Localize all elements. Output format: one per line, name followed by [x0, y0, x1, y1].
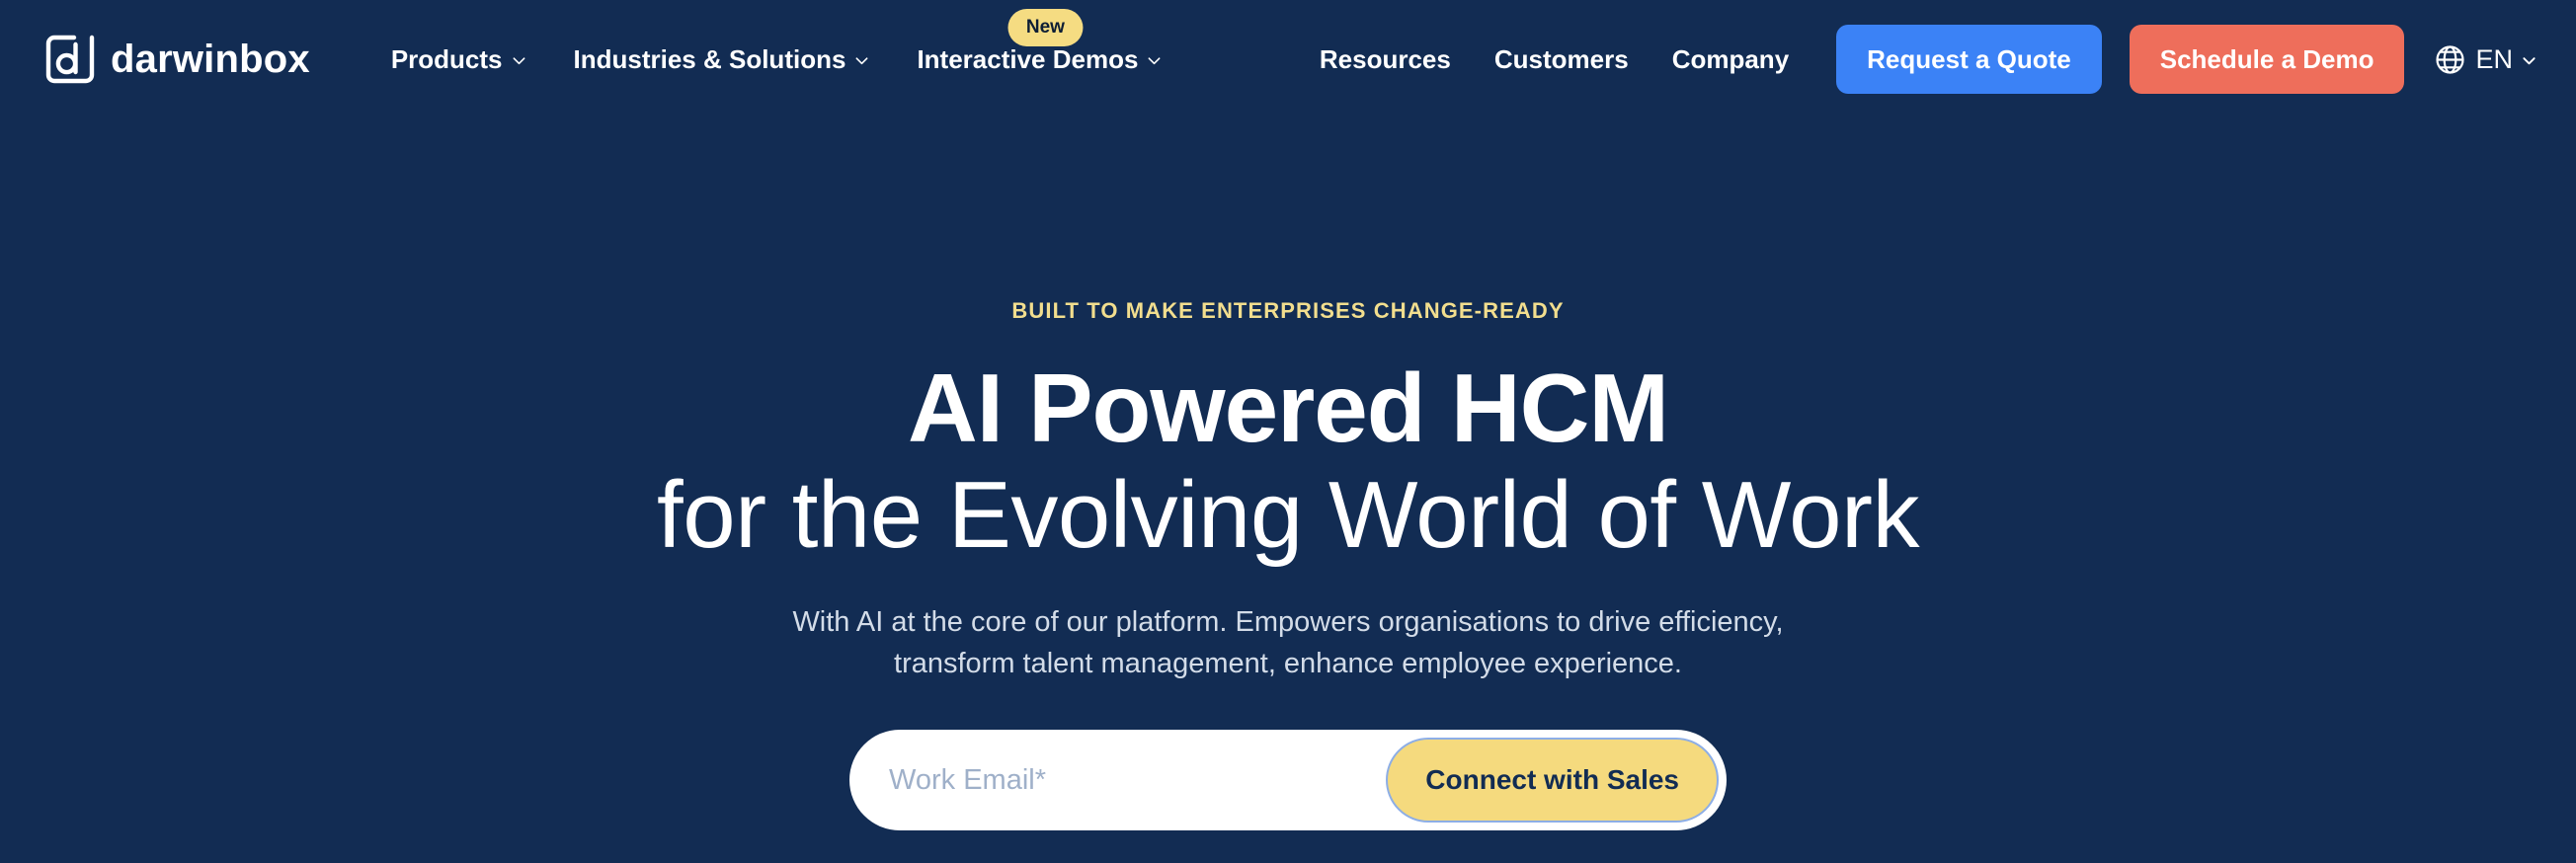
page-root: darwinbox Products Industries & Solution…: [0, 0, 2576, 863]
new-badge: New: [1007, 9, 1083, 46]
chevron-down-icon: [854, 53, 869, 68]
nav-link-resources[interactable]: Resources: [1298, 37, 1473, 82]
hero-eyebrow: BUILT TO MAKE ENTERPRISES CHANGE-READY: [1011, 298, 1565, 323]
chevron-down-icon: [1147, 53, 1162, 68]
site-header: darwinbox Products Industries & Solution…: [0, 0, 2576, 118]
hero-section: BUILT TO MAKE ENTERPRISES CHANGE-READY A…: [0, 118, 2576, 831]
hero-title-line-2: for the Evolving World of Work: [657, 461, 1919, 568]
darwinbox-bracket-d-logo-icon: [43, 33, 97, 86]
nav-item-industries-solutions-label: Industries & Solutions: [573, 44, 846, 74]
chevron-down-icon: [512, 53, 526, 68]
nav-link-customers[interactable]: Customers: [1473, 37, 1650, 82]
schedule-a-demo-button[interactable]: Schedule a Demo: [2129, 25, 2405, 94]
secondary-navigation: Resources Customers Company Request a Qu…: [1298, 25, 2536, 94]
nav-item-interactive-demos-label: Interactive Demos: [917, 44, 1139, 74]
connect-with-sales-form: Connect with Sales: [849, 730, 1727, 831]
brand-logo-link[interactable]: darwinbox: [43, 33, 310, 86]
chevron-down-icon: [2522, 53, 2536, 68]
brand-wordmark: darwinbox: [111, 38, 310, 81]
nav-link-company[interactable]: Company: [1650, 37, 1811, 82]
globe-icon: [2434, 43, 2466, 76]
nav-item-products-label: Products: [390, 44, 503, 74]
nav-item-industries-solutions[interactable]: Industries & Solutions: [550, 37, 894, 82]
hero-subtitle: With AI at the core of our platform. Emp…: [792, 606, 1784, 680]
language-code-label: EN: [2475, 43, 2513, 74]
nav-item-products[interactable]: Products: [367, 37, 550, 82]
language-selector[interactable]: EN: [2434, 43, 2536, 76]
hero-title-line-1: AI Powered HCM: [907, 353, 1669, 462]
request-a-quote-button[interactable]: Request a Quote: [1836, 25, 2102, 94]
work-email-input[interactable]: [849, 738, 1387, 824]
primary-navigation: Products Industries & Solutions New Inte: [367, 9, 1186, 82]
nav-item-interactive-demos[interactable]: New Interactive Demos: [893, 9, 1185, 82]
connect-with-sales-button[interactable]: Connect with Sales: [1386, 738, 1719, 824]
